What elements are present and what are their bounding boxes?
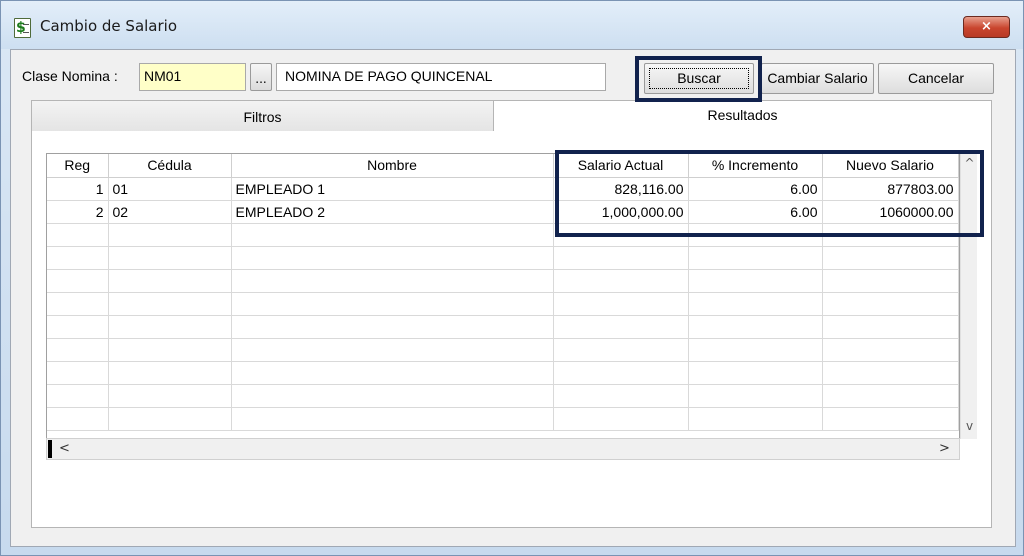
cell-nombre[interactable]: EMPLEADO 2 — [231, 200, 554, 224]
cambiar-salario-button[interactable]: Cambiar Salario — [761, 63, 874, 94]
empty-row — [47, 361, 959, 385]
vertical-scrollbar[interactable]: ^ v — [960, 153, 977, 439]
chevron-right-icon[interactable]: > — [936, 439, 953, 459]
cambiar-salario-label: Cambiar Salario — [767, 70, 868, 86]
cell-cedula[interactable]: 01 — [108, 177, 232, 201]
cell-incremento[interactable]: 6.00 — [688, 200, 823, 224]
window-title: Cambio de Salario — [40, 17, 178, 35]
horizontal-scrollbar[interactable]: < > — [46, 438, 960, 460]
header-salario-actual[interactable]: Salario Actual — [553, 154, 689, 178]
header-nombre[interactable]: Nombre — [231, 154, 554, 178]
cancelar-label: Cancelar — [907, 70, 965, 86]
empty-row — [47, 246, 959, 270]
empty-row — [47, 315, 959, 339]
table-header-row: Reg Cédula Nombre Salario Actual % Incre… — [47, 154, 959, 178]
empty-row — [47, 223, 959, 247]
cell-cedula[interactable]: 02 — [108, 200, 232, 224]
cell-nuevo-salario[interactable]: 877803.00 — [822, 177, 959, 201]
clase-nomina-description-field: NOMINA DE PAGO QUINCENAL — [276, 63, 606, 91]
row-indicator — [48, 440, 52, 458]
results-grid[interactable]: Reg Cédula Nombre Salario Actual % Incre… — [46, 153, 960, 439]
cell-reg[interactable]: 2 — [47, 200, 109, 224]
empty-row — [47, 269, 959, 293]
header-cedula[interactable]: Cédula — [108, 154, 232, 178]
cancelar-button[interactable]: Cancelar — [878, 63, 994, 94]
tab-resultados[interactable]: Resultados — [494, 100, 992, 131]
table-row[interactable]: 1 01 EMPLEADO 1 828,116.00 6.00 877803.0… — [47, 177, 959, 201]
empty-row — [47, 338, 959, 362]
empty-row — [47, 292, 959, 316]
buscar-button[interactable]: Buscar — [644, 63, 754, 94]
header-incremento[interactable]: % Incremento — [688, 154, 823, 178]
chevron-left-icon[interactable]: < — [56, 439, 73, 459]
empty-row — [47, 407, 959, 431]
title-bar: $ Cambio de Salario × — [1, 1, 1023, 49]
table-row[interactable]: 2 02 EMPLEADO 2 1,000,000.00 6.00 106000… — [47, 200, 959, 224]
cell-salario-actual[interactable]: 828,116.00 — [553, 177, 689, 201]
cell-reg[interactable]: 1 — [47, 177, 109, 201]
chevron-up-icon[interactable]: ^ — [961, 155, 978, 172]
cell-nuevo-salario[interactable]: 1060000.00 — [822, 200, 959, 224]
cell-salario-actual[interactable]: 1,000,000.00 — [553, 200, 689, 224]
chevron-down-icon[interactable]: v — [961, 418, 978, 435]
app-icon: $ — [14, 18, 31, 38]
empty-row — [47, 384, 959, 408]
tab-filtros[interactable]: Filtros — [31, 100, 494, 132]
cell-incremento[interactable]: 6.00 — [688, 177, 823, 201]
header-reg[interactable]: Reg — [47, 154, 109, 178]
window: $ Cambio de Salario × Clase Nomina : NM0… — [0, 0, 1024, 556]
clase-nomina-code-input[interactable]: NM01 — [139, 63, 246, 91]
clase-nomina-lookup-button[interactable]: ... — [250, 63, 272, 91]
close-button[interactable]: × — [963, 16, 1010, 38]
cell-nombre[interactable]: EMPLEADO 1 — [231, 177, 554, 201]
results-table: Reg Cédula Nombre Salario Actual % Incre… — [47, 154, 959, 431]
ellipsis-icon: ... — [255, 72, 267, 86]
clase-nomina-label: Clase Nomina : — [22, 68, 118, 84]
header-nuevo-salario[interactable]: Nuevo Salario — [822, 154, 959, 178]
